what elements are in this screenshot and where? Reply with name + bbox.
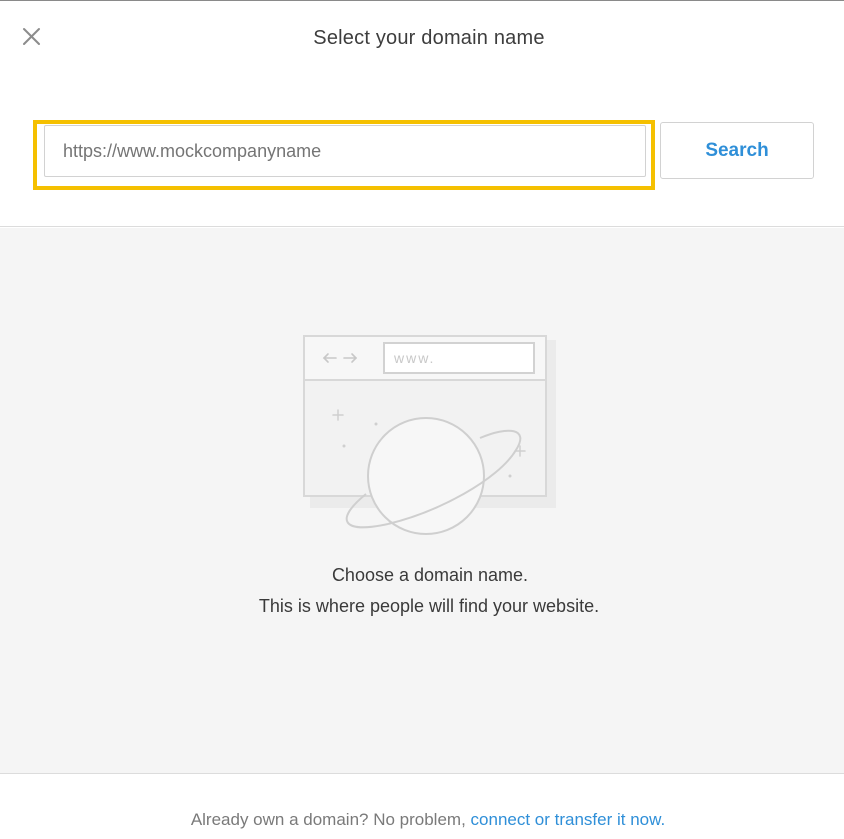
domain-search-input[interactable]	[44, 125, 646, 177]
dialog-title: Select your domain name	[313, 27, 545, 49]
empty-state-panel: www. Choose a domain name. This is where…	[0, 228, 844, 774]
connect-transfer-link[interactable]: connect or transfer it now.	[471, 810, 666, 829]
domain-dialog: Select your domain name Search www.	[0, 0, 844, 839]
empty-state-description: This is where people will find your webs…	[258, 596, 600, 616]
empty-state-heading: Choose a domain name.	[331, 565, 529, 585]
dialog-header: Select your domain name Search	[0, 1, 844, 227]
footer-text: Already own a domain? No problem,	[190, 810, 466, 829]
dialog-footer: Already own a domain? No problem, connec…	[0, 775, 844, 839]
footer-message: Already own a domain? No problem, connec…	[0, 810, 844, 830]
illustration-url-text: www.	[393, 350, 435, 366]
search-button[interactable]: Search	[660, 122, 814, 179]
browser-planet-illustration: www.	[303, 335, 556, 535]
